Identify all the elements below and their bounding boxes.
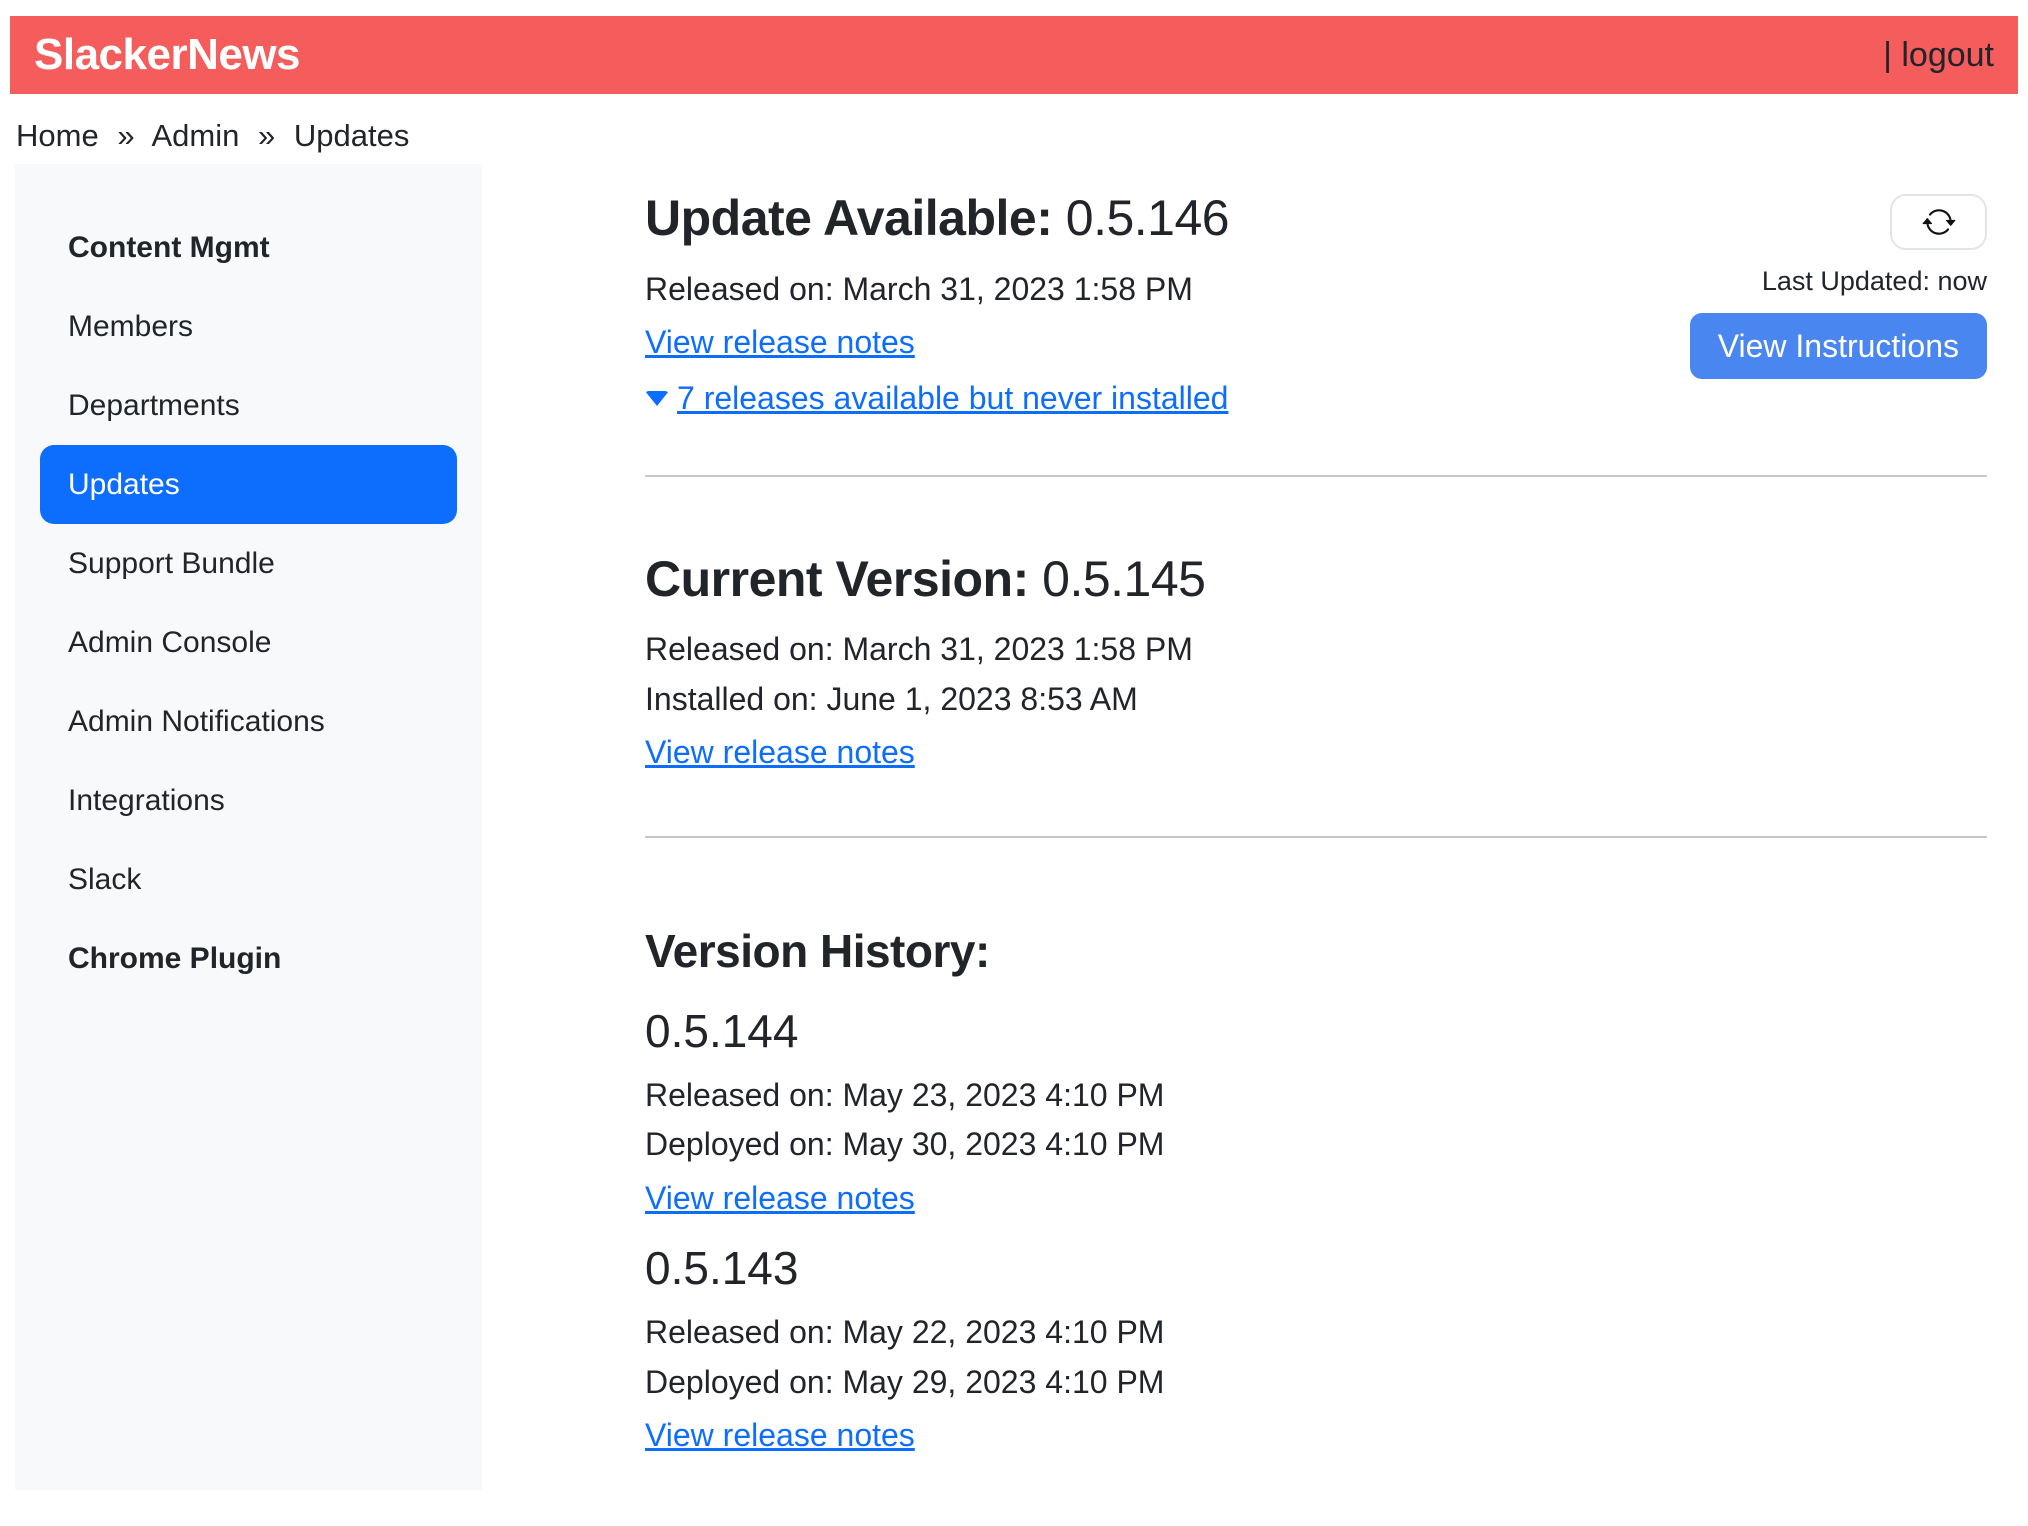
breadcrumb-home[interactable]: Home — [16, 118, 99, 153]
update-available-section: Update Available: 0.5.146 Released on: M… — [645, 192, 1987, 477]
breadcrumb-separator: » — [117, 118, 134, 153]
current-released-on: Released on: March 31, 2023 1:58 PM — [645, 625, 1987, 675]
current-version-number: 0.5.145 — [1042, 551, 1205, 607]
history-version-number: 0.5.144 — [645, 1006, 1987, 1057]
version-history-entry: 0.5.143 Released on: May 22, 2023 4:10 P… — [645, 1243, 1987, 1460]
sidebar-item-departments[interactable]: Departments — [40, 366, 457, 445]
page-layout: Content Mgmt Members Departments Updates… — [15, 164, 2028, 1490]
view-instructions-button[interactable]: View Instructions — [1690, 313, 1987, 379]
sidebar-item-chrome-plugin[interactable]: Chrome Plugin — [40, 919, 457, 998]
history-released-on: Released on: May 23, 2023 4:10 PM — [645, 1071, 1987, 1121]
refresh-button[interactable] — [1890, 194, 1987, 250]
brand-logo[interactable]: SlackerNews — [34, 30, 300, 80]
breadcrumb-admin[interactable]: Admin — [151, 118, 239, 153]
current-version-title: Current Version: 0.5.145 — [645, 553, 1987, 606]
current-installed-on: Installed on: June 1, 2023 8:53 AM — [645, 675, 1987, 725]
logout-link[interactable]: | logout — [1883, 36, 1994, 75]
top-navbar: SlackerNews | logout — [10, 16, 2018, 94]
history-version-number: 0.5.143 — [645, 1243, 1987, 1294]
breadcrumb-current: Updates — [294, 118, 409, 153]
update-available-label: Update Available: — [645, 190, 1052, 246]
breadcrumb: Home » Admin » Updates — [16, 118, 2028, 154]
update-actions: Last Updated: now View Instructions — [1687, 192, 1987, 379]
sidebar-item-content-mgmt[interactable]: Content Mgmt — [40, 208, 457, 287]
current-version-section: Current Version: 0.5.145 Released on: Ma… — [645, 477, 1987, 838]
history-deployed-on: Deployed on: May 29, 2023 4:10 PM — [645, 1358, 1987, 1408]
updates-main: Update Available: 0.5.146 Released on: M… — [482, 164, 2028, 1490]
history-release-notes-link[interactable]: View release notes — [645, 1180, 915, 1216]
refresh-icon — [1922, 205, 1956, 239]
sidebar-item-updates[interactable]: Updates — [40, 445, 457, 524]
update-release-notes-link[interactable]: View release notes — [645, 324, 915, 360]
releases-never-installed-toggle[interactable]: 7 releases available but never installed — [677, 380, 1228, 417]
update-available-title: Update Available: 0.5.146 — [645, 192, 1229, 245]
admin-sidebar: Content Mgmt Members Departments Updates… — [15, 164, 482, 1490]
sidebar-item-integrations[interactable]: Integrations — [40, 761, 457, 840]
last-updated-text: Last Updated: now — [1762, 266, 1987, 297]
history-release-notes-link[interactable]: View release notes — [645, 1417, 915, 1453]
sidebar-item-admin-notifications[interactable]: Admin Notifications — [40, 682, 457, 761]
update-available-version: 0.5.146 — [1066, 190, 1229, 246]
breadcrumb-separator: » — [258, 118, 275, 153]
current-version-label: Current Version: — [645, 551, 1029, 607]
version-history-entry: 0.5.144 Released on: May 23, 2023 4:10 P… — [645, 1006, 1987, 1223]
sidebar-item-members[interactable]: Members — [40, 287, 457, 366]
caret-down-icon — [645, 391, 669, 406]
history-deployed-on: Deployed on: May 30, 2023 4:10 PM — [645, 1120, 1987, 1170]
version-history-title: Version History: — [645, 924, 1987, 978]
history-released-on: Released on: May 22, 2023 4:10 PM — [645, 1308, 1987, 1358]
sidebar-item-slack[interactable]: Slack — [40, 840, 457, 919]
sidebar-item-admin-console[interactable]: Admin Console — [40, 603, 457, 682]
version-history-section: Version History: 0.5.144 Released on: Ma… — [645, 838, 1987, 1461]
update-released-on: Released on: March 31, 2023 1:58 PM — [645, 265, 1229, 315]
update-available-info: Update Available: 0.5.146 Released on: M… — [645, 192, 1229, 417]
sidebar-item-support-bundle[interactable]: Support Bundle — [40, 524, 457, 603]
current-release-notes-link[interactable]: View release notes — [645, 734, 915, 770]
